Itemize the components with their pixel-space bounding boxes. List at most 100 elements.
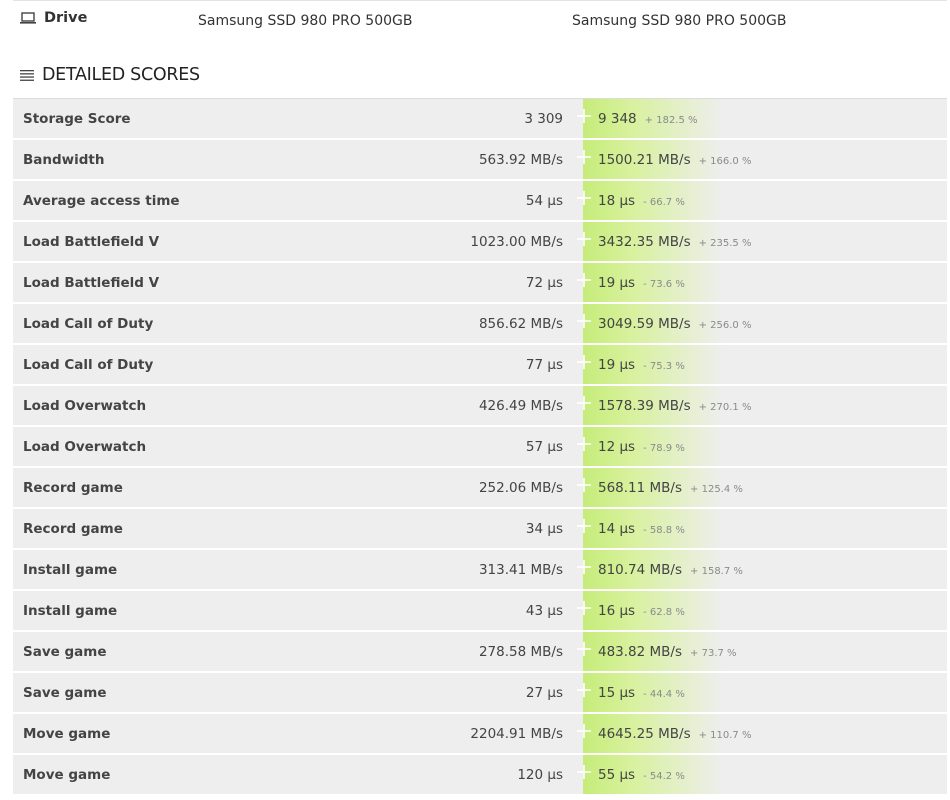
table-row: Install game 313.41 MB/s 810.74 MB/s + 1… — [13, 550, 947, 591]
section-title: DETAILED SCORES — [42, 65, 200, 85]
table-row: Install game 43 µs 16 µs - 62.8 % — [13, 591, 947, 632]
plus-icon — [577, 437, 591, 451]
row-label: Move game — [23, 726, 111, 742]
row-label: Record game — [23, 521, 123, 537]
row-diff-percent: - 44.4 % — [643, 689, 685, 700]
row-label: Load Call of Duty — [23, 316, 154, 332]
row-left-value: 563.92 MB/s — [478, 152, 563, 168]
row-right-group: 568.11 MB/s + 125.4 % — [598, 480, 743, 496]
row-label: Bandwidth — [23, 152, 105, 168]
row-diff-percent: + 110.7 % — [698, 730, 752, 741]
row-left-value: 278.58 MB/s — [478, 644, 563, 660]
table-row: Move game 2204.91 MB/s 4645.25 MB/s + 11… — [13, 714, 947, 755]
row-label: Save game — [23, 644, 107, 660]
row-left-value: 856.62 MB/s — [478, 316, 563, 332]
plus-icon — [577, 232, 591, 246]
row-diff-percent: + 125.4 % — [690, 484, 743, 495]
row-diff-percent: + 166.0 % — [698, 156, 752, 167]
plus-icon — [577, 314, 591, 328]
row-diff-percent: + 235.5 % — [698, 238, 752, 249]
table-row: Move game 120 µs 55 µs - 54.2 % — [13, 755, 947, 796]
plus-icon — [577, 191, 591, 205]
row-left-value: 2204.91 MB/s — [470, 726, 563, 742]
row-right-value: 3049.59 MB/s — [598, 316, 691, 332]
row-right-value: 1500.21 MB/s — [598, 152, 691, 168]
drive-label: Drive — [20, 10, 87, 26]
row-left-value: 252.06 MB/s — [478, 480, 563, 496]
row-left-value: 3 309 — [524, 111, 563, 127]
plus-icon — [577, 519, 591, 533]
row-right-group: 18 µs - 66.7 % — [598, 193, 685, 209]
row-left-value: 426.49 MB/s — [478, 398, 563, 414]
table-row: Load Call of Duty 856.62 MB/s 3049.59 MB… — [13, 304, 947, 345]
row-right-group: 810.74 MB/s + 158.7 % — [598, 562, 743, 578]
plus-icon — [577, 273, 591, 287]
row-label: Average access time — [23, 193, 180, 209]
row-diff-percent: - 54.2 % — [643, 771, 685, 782]
table-row: Load Battlefield V 72 µs 19 µs - 73.6 % — [13, 263, 947, 304]
drive-right-name: Samsung SSD 980 PRO 500GB — [572, 13, 787, 29]
row-right-group: 19 µs - 75.3 % — [598, 357, 685, 373]
row-right-value: 568.11 MB/s — [598, 480, 683, 496]
row-right-group: 9 348 + 182.5 % — [598, 111, 698, 127]
plus-icon — [577, 355, 591, 369]
row-right-group: 3432.35 MB/s + 235.5 % — [598, 234, 751, 250]
plus-icon — [577, 396, 591, 410]
row-left-value: 313.41 MB/s — [478, 562, 563, 578]
row-right-group: 19 µs - 73.6 % — [598, 275, 685, 291]
table-row: Load Overwatch 426.49 MB/s 1578.39 MB/s … — [13, 386, 947, 427]
row-right-group: 15 µs - 44.4 % — [598, 685, 685, 701]
row-right-value: 4645.25 MB/s — [598, 726, 691, 742]
row-right-value: 1578.39 MB/s — [598, 398, 691, 414]
row-right-value: 16 µs — [598, 603, 636, 619]
row-diff-percent: + 73.7 % — [690, 648, 737, 659]
drive-row: Drive Samsung SSD 980 PRO 500GB Samsung … — [13, 0, 947, 40]
row-right-group: 16 µs - 62.8 % — [598, 603, 685, 619]
table-row: Record game 252.06 MB/s 568.11 MB/s + 12… — [13, 468, 947, 509]
row-right-value: 810.74 MB/s — [598, 562, 683, 578]
page: Drive Samsung SSD 980 PRO 500GB Samsung … — [0, 0, 950, 800]
row-label: Install game — [23, 603, 118, 619]
row-diff-percent: - 73.6 % — [643, 279, 685, 290]
row-left-value: 77 µs — [525, 357, 563, 373]
row-right-group: 55 µs - 54.2 % — [598, 767, 685, 783]
row-right-group: 1500.21 MB/s + 166.0 % — [598, 152, 751, 168]
row-diff-percent: + 256.0 % — [698, 320, 752, 331]
row-right-group: 483.82 MB/s + 73.7 % — [598, 644, 737, 660]
row-left-value: 27 µs — [525, 685, 563, 701]
row-diff-percent: - 66.7 % — [643, 197, 685, 208]
row-left-value: 72 µs — [525, 275, 563, 291]
row-right-value: 15 µs — [598, 685, 636, 701]
row-right-value: 19 µs — [598, 275, 636, 291]
plus-icon — [577, 109, 591, 123]
row-diff-percent: - 58.8 % — [643, 525, 685, 536]
plus-icon — [577, 150, 591, 164]
plus-icon — [577, 478, 591, 492]
row-left-value: 43 µs — [525, 603, 563, 619]
plus-icon — [577, 765, 591, 779]
row-label: Record game — [23, 480, 123, 496]
plus-icon — [577, 683, 591, 697]
row-left-value: 54 µs — [525, 193, 563, 209]
table-row: Bandwidth 563.92 MB/s 1500.21 MB/s + 166… — [13, 140, 947, 181]
row-label: Load Battlefield V — [23, 234, 160, 250]
row-label: Load Overwatch — [23, 398, 147, 414]
row-left-value: 1023.00 MB/s — [470, 234, 563, 250]
table-row: Average access time 54 µs 18 µs - 66.7 % — [13, 181, 947, 222]
row-label: Install game — [23, 562, 118, 578]
plus-icon — [577, 560, 591, 574]
row-right-value: 3432.35 MB/s — [598, 234, 691, 250]
list-icon — [20, 69, 34, 81]
row-right-group: 3049.59 MB/s + 256.0 % — [598, 316, 751, 332]
row-left-value: 120 µs — [517, 767, 563, 783]
row-right-group: 4645.25 MB/s + 110.7 % — [598, 726, 751, 742]
table-row: Load Call of Duty 77 µs 19 µs - 75.3 % — [13, 345, 947, 386]
drive-label-text: Drive — [44, 10, 88, 26]
row-label: Storage Score — [23, 111, 131, 127]
row-right-value: 19 µs — [598, 357, 636, 373]
row-right-value: 9 348 — [598, 111, 637, 127]
row-diff-percent: - 78.9 % — [643, 443, 685, 454]
row-label: Move game — [23, 767, 111, 783]
row-right-group: 1578.39 MB/s + 270.1 % — [598, 398, 751, 414]
row-diff-percent: + 182.5 % — [644, 115, 698, 126]
